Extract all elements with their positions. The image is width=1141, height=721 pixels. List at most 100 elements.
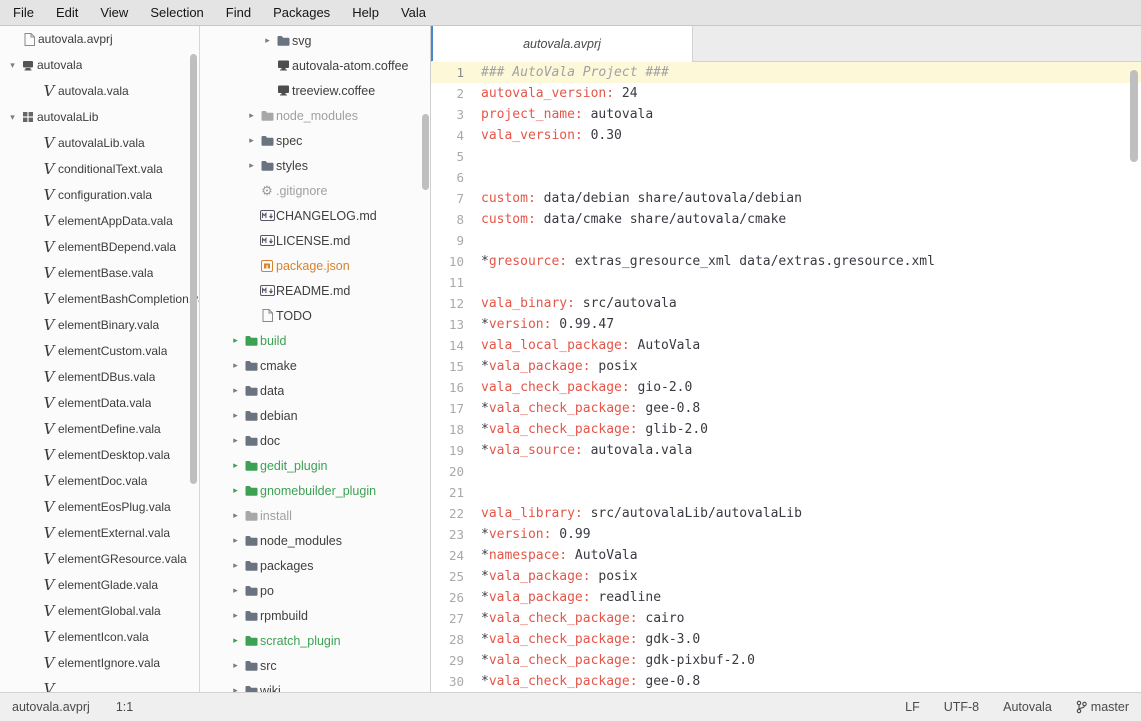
- chevron-right-icon[interactable]: ▸: [229, 685, 242, 692]
- status-file-name[interactable]: autovala.avprj: [12, 700, 90, 714]
- symbols-item-elementGlade.vala[interactable]: VelementGlade.vala: [0, 572, 199, 598]
- tree-item-gnomebuilder_plugin[interactable]: ▸gnomebuilder_plugin: [200, 478, 430, 503]
- tree-item-node_modules[interactable]: ▸node_modules: [200, 103, 430, 128]
- line-number[interactable]: 8: [431, 209, 481, 230]
- line-number[interactable]: 1: [431, 62, 481, 83]
- chevron-right-icon[interactable]: ▸: [245, 160, 258, 171]
- code-line-6[interactable]: 6: [431, 167, 1141, 188]
- code-line-3[interactable]: 3project_name: autovala: [431, 104, 1141, 125]
- tree-item-.gitignore[interactable]: ⚙.gitignore: [200, 178, 430, 203]
- line-number[interactable]: 23: [431, 524, 481, 545]
- line-number[interactable]: 19: [431, 440, 481, 461]
- line-number[interactable]: 15: [431, 356, 481, 377]
- editor-scrollbar[interactable]: [1130, 70, 1138, 162]
- symbols-item-conditionalText.vala[interactable]: VconditionalText.vala: [0, 156, 199, 182]
- line-number[interactable]: 25: [431, 566, 481, 587]
- line-number[interactable]: 22: [431, 503, 481, 524]
- menu-packages[interactable]: Packages: [262, 0, 341, 25]
- code-line-21[interactable]: 21: [431, 482, 1141, 503]
- symbols-item-autovala.vala[interactable]: Vautovala.vala: [0, 78, 199, 104]
- code-line-22[interactable]: 22vala_library: src/autovalaLib/autovala…: [431, 503, 1141, 524]
- chevron-right-icon[interactable]: ▸: [229, 360, 242, 371]
- tab-autovala-avprj[interactable]: autovala.avprj: [431, 26, 693, 62]
- tree-item-package.json[interactable]: package.json: [200, 253, 430, 278]
- tree-item-debian[interactable]: ▸debian: [200, 403, 430, 428]
- tree-item-TODO[interactable]: TODO: [200, 303, 430, 328]
- code-line-16[interactable]: 16vala_check_package: gio-2.0: [431, 377, 1141, 398]
- menu-help[interactable]: Help: [341, 0, 390, 25]
- symbols-item-elementBase.vala[interactable]: VelementBase.vala: [0, 260, 199, 286]
- line-number[interactable]: 16: [431, 377, 481, 398]
- symbols-item-elementBinary.vala[interactable]: VelementBinary.vala: [0, 312, 199, 338]
- chevron-right-icon[interactable]: ▸: [261, 35, 274, 46]
- code-line-2[interactable]: 2autovala_version: 24: [431, 83, 1141, 104]
- symbols-item-elementExternal.vala[interactable]: VelementExternal.vala: [0, 520, 199, 546]
- line-number[interactable]: 29: [431, 650, 481, 671]
- code-line-19[interactable]: 19*vala_source: autovala.vala: [431, 440, 1141, 461]
- menu-file[interactable]: File: [2, 0, 45, 25]
- tree-item-wiki[interactable]: ▸wiki: [200, 678, 430, 692]
- chevron-right-icon[interactable]: ▸: [229, 610, 242, 621]
- tree-item-install[interactable]: ▸install: [200, 503, 430, 528]
- tree-item-CHANGELOG.md[interactable]: CHANGELOG.md: [200, 203, 430, 228]
- symbols-item-autovala.avprj[interactable]: autovala.avprj: [0, 26, 199, 52]
- menu-vala[interactable]: Vala: [390, 0, 437, 25]
- line-number[interactable]: 26: [431, 587, 481, 608]
- code-line-26[interactable]: 26*vala_package: readline: [431, 587, 1141, 608]
- code-line-20[interactable]: 20: [431, 461, 1141, 482]
- code-line-18[interactable]: 18*vala_check_package: glib-2.0: [431, 419, 1141, 440]
- chevron-down-icon[interactable]: ▾: [6, 60, 19, 71]
- code-line-29[interactable]: 29*vala_check_package: gdk-pixbuf-2.0: [431, 650, 1141, 671]
- chevron-right-icon[interactable]: ▸: [229, 635, 242, 646]
- chevron-right-icon[interactable]: ▸: [229, 535, 242, 546]
- symbols-item-autovala[interactable]: ▾autovala: [0, 52, 199, 78]
- tree-item-rpmbuild[interactable]: ▸rpmbuild: [200, 603, 430, 628]
- tree-item-scratch_plugin[interactable]: ▸scratch_plugin: [200, 628, 430, 653]
- tree-panel-scrollbar[interactable]: [422, 114, 429, 190]
- chevron-right-icon[interactable]: ▸: [229, 560, 242, 571]
- line-number[interactable]: 5: [431, 146, 481, 167]
- line-number[interactable]: 9: [431, 230, 481, 251]
- code-line-25[interactable]: 25*vala_package: posix: [431, 566, 1141, 587]
- code-line-1[interactable]: 1### AutoVala Project ###: [431, 62, 1141, 83]
- symbols-item-elementEosPlug.vala[interactable]: VelementEosPlug.vala: [0, 494, 199, 520]
- tree-item-README.md[interactable]: README.md: [200, 278, 430, 303]
- code-line-11[interactable]: 11: [431, 272, 1141, 293]
- code-line-24[interactable]: 24*namespace: AutoVala: [431, 545, 1141, 566]
- code-line-15[interactable]: 15*vala_package: posix: [431, 356, 1141, 377]
- symbols-item-elementGResource.vala[interactable]: VelementGResource.vala: [0, 546, 199, 572]
- tree-item-data[interactable]: ▸data: [200, 378, 430, 403]
- status-grammar[interactable]: Autovala: [1003, 700, 1052, 714]
- symbols-item-elementIgnore.vala[interactable]: VelementIgnore.vala: [0, 650, 199, 676]
- chevron-right-icon[interactable]: ▸: [229, 385, 242, 396]
- symbols-item-elementDefine.vala[interactable]: VelementDefine.vala: [0, 416, 199, 442]
- symbols-item-autovalaLib.vala[interactable]: VautovalaLib.vala: [0, 130, 199, 156]
- line-number[interactable]: 14: [431, 335, 481, 356]
- line-number[interactable]: 28: [431, 629, 481, 650]
- code-line-7[interactable]: 7custom: data/debian share/autovala/debi…: [431, 188, 1141, 209]
- line-number[interactable]: 12: [431, 293, 481, 314]
- symbols-panel-scrollbar[interactable]: [190, 54, 197, 484]
- status-cursor-position[interactable]: 1:1: [116, 700, 133, 714]
- code-line-9[interactable]: 9: [431, 230, 1141, 251]
- tree-item-autovala-atom.coffee[interactable]: autovala-atom.coffee: [200, 53, 430, 78]
- tree-item-spec[interactable]: ▸spec: [200, 128, 430, 153]
- chevron-right-icon[interactable]: ▸: [229, 510, 242, 521]
- symbols-item-partial[interactable]: V: [0, 676, 199, 692]
- menu-view[interactable]: View: [89, 0, 139, 25]
- symbols-item-elementAppData.vala[interactable]: VelementAppData.vala: [0, 208, 199, 234]
- chevron-right-icon[interactable]: ▸: [245, 110, 258, 121]
- code-line-12[interactable]: 12vala_binary: src/autovala: [431, 293, 1141, 314]
- symbols-item-elementIcon.vala[interactable]: VelementIcon.vala: [0, 624, 199, 650]
- tree-item-node_modules[interactable]: ▸node_modules: [200, 528, 430, 553]
- tree-item-LICENSE.md[interactable]: LICENSE.md: [200, 228, 430, 253]
- symbols-item-elementGlobal.vala[interactable]: VelementGlobal.vala: [0, 598, 199, 624]
- line-number[interactable]: 3: [431, 104, 481, 125]
- symbols-item-autovalaLib[interactable]: ▾autovalaLib: [0, 104, 199, 130]
- line-number[interactable]: 24: [431, 545, 481, 566]
- symbols-item-elementDBus.vala[interactable]: VelementDBus.vala: [0, 364, 199, 390]
- line-number[interactable]: 10: [431, 251, 481, 272]
- tree-item-styles[interactable]: ▸styles: [200, 153, 430, 178]
- chevron-right-icon[interactable]: ▸: [229, 585, 242, 596]
- chevron-right-icon[interactable]: ▸: [229, 485, 242, 496]
